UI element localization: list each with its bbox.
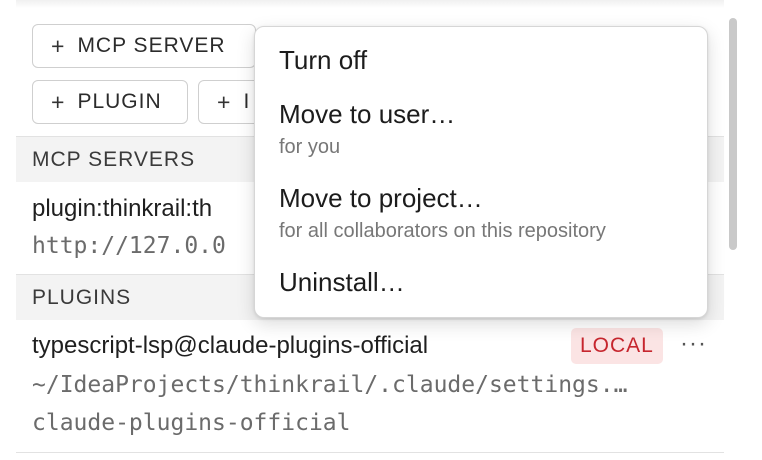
menu-item-label: Move to project…	[279, 183, 483, 213]
menu-item-description: for you	[279, 136, 341, 158]
menu-item-turn-off[interactable]: Turn off	[279, 45, 697, 76]
plugin-settings-path: ~/IdeaProjects/thinkrail/.claude/setting…	[32, 372, 628, 398]
mcp-server-url: http://127.0.0	[32, 233, 226, 259]
scroll-fade	[16, 0, 724, 8]
add-mcp-server-label: MCP SERVER	[77, 34, 226, 57]
menu-item-move-to-user[interactable]: Move to user… for you	[279, 99, 697, 159]
row-divider	[16, 452, 724, 453]
plugin-source: claude-plugins-official	[32, 410, 351, 436]
vertical-scrollbar[interactable]	[729, 18, 737, 250]
menu-item-uninstall[interactable]: Uninstall…	[279, 267, 697, 298]
menu-item-label: Turn off	[279, 45, 368, 75]
menu-item-label: Uninstall…	[279, 267, 405, 297]
local-badge: LOCAL	[571, 328, 663, 364]
add-mcp-server-button[interactable]: + MCP SERVER	[32, 24, 256, 68]
menu-item-label: Move to user…	[279, 99, 456, 129]
add-plugin-button[interactable]: + PLUGIN	[32, 80, 188, 124]
plus-icon: +	[217, 88, 232, 115]
plugin-name: typescript-lsp@claude-plugins-official	[32, 332, 429, 359]
context-menu: Turn off Move to user… for you Move to p…	[254, 26, 708, 318]
plus-icon: +	[51, 32, 66, 59]
mcp-server-name: plugin:thinkrail:th	[32, 195, 213, 222]
add-other-label: I	[243, 90, 251, 113]
plus-icon: +	[51, 88, 66, 115]
add-plugin-label: PLUGIN	[77, 90, 162, 113]
menu-item-move-to-project[interactable]: Move to project… for all collaborators o…	[279, 183, 697, 243]
more-options-icon[interactable]: ···	[680, 330, 707, 358]
menu-item-description: for all collaborators on this repository	[279, 220, 606, 242]
